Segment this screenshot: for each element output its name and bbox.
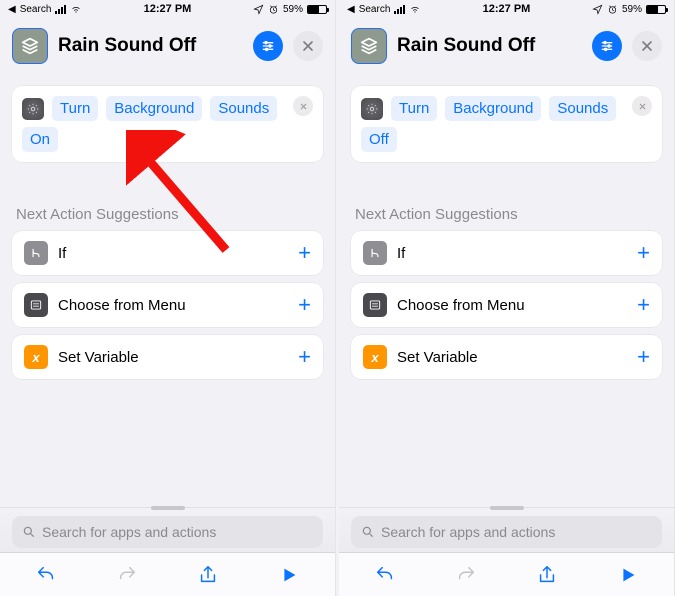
battery-percentage: 59% (283, 4, 303, 15)
suggestion-item[interactable]: Choose from Menu + (12, 283, 323, 327)
action-token[interactable]: Background (106, 96, 202, 121)
variable-icon: x (24, 345, 48, 369)
suggestions-header: Next Action Suggestions (339, 178, 674, 231)
suggestions-list: If + Choose from Menu + x Set Variable + (0, 231, 335, 387)
suggestion-item[interactable]: x Set Variable + (351, 335, 662, 379)
back-caret-icon[interactable]: ◀ (347, 4, 355, 15)
undo-button[interactable] (365, 564, 405, 586)
back-app-label[interactable]: Search (359, 4, 391, 15)
redo-button[interactable] (446, 564, 486, 586)
back-caret-icon[interactable]: ◀ (8, 4, 16, 15)
search-icon (22, 525, 36, 539)
add-icon[interactable]: + (637, 294, 650, 316)
suggestion-item[interactable]: If + (12, 231, 323, 275)
battery-icon (646, 5, 666, 14)
suggestion-label: Set Variable (58, 349, 298, 366)
suggestion-label: Choose from Menu (397, 297, 637, 314)
battery-percentage: 59% (622, 4, 642, 15)
menu-icon (363, 293, 387, 317)
wifi-icon (70, 5, 82, 14)
suggestion-label: If (397, 245, 637, 262)
add-icon[interactable]: + (637, 242, 650, 264)
suggestion-label: Choose from Menu (58, 297, 298, 314)
wifi-icon (409, 5, 421, 14)
play-button[interactable] (269, 564, 309, 586)
action-token[interactable]: Sounds (549, 96, 616, 121)
location-icon (253, 4, 264, 15)
add-icon[interactable]: + (298, 346, 311, 368)
action-card[interactable]: Turn Background Sounds Off (351, 86, 662, 162)
title-bar: Rain Sound Off (0, 18, 335, 76)
action-token[interactable]: Turn (391, 96, 437, 121)
drag-handle-icon[interactable] (151, 506, 185, 510)
cellular-icon (394, 5, 405, 14)
branch-icon (363, 241, 387, 265)
undo-button[interactable] (26, 564, 66, 586)
share-button[interactable] (188, 564, 228, 586)
menu-icon (24, 293, 48, 317)
share-button[interactable] (527, 564, 567, 586)
battery-icon (307, 5, 327, 14)
variable-icon: x (363, 345, 387, 369)
action-token[interactable]: On (22, 127, 58, 152)
drag-handle-icon[interactable] (490, 506, 524, 510)
status-bar: ◀ Search 12:27 PM 59% (339, 0, 674, 18)
search-panel: Search for apps and actions (0, 507, 335, 552)
search-icon (361, 525, 375, 539)
shortcut-icon[interactable] (351, 28, 387, 64)
add-icon[interactable]: + (298, 242, 311, 264)
action-token[interactable]: Background (445, 96, 541, 121)
suggestion-item[interactable]: x Set Variable + (12, 335, 323, 379)
gear-icon (22, 98, 44, 120)
branch-icon (24, 241, 48, 265)
suggestions-list: If + Choose from Menu + x Set Variable + (339, 231, 674, 387)
search-input[interactable]: Search for apps and actions (351, 516, 662, 548)
settings-button[interactable] (253, 31, 283, 61)
page-title: Rain Sound Off (397, 35, 582, 57)
redo-button[interactable] (107, 564, 147, 586)
page-title: Rain Sound Off (58, 35, 243, 57)
search-panel: Search for apps and actions (339, 507, 674, 552)
suggestion-item[interactable]: If + (351, 231, 662, 275)
close-button[interactable] (293, 31, 323, 61)
action-card[interactable]: Turn Background Sounds On (12, 86, 323, 162)
alarm-icon (607, 4, 618, 15)
add-icon[interactable]: + (637, 346, 650, 368)
status-bar: ◀ Search 12:27 PM 59% (0, 0, 335, 18)
location-icon (592, 4, 603, 15)
screenshot-left: ◀ Search 12:27 PM 59% Rain Sound Off (0, 0, 336, 596)
play-button[interactable] (608, 564, 648, 586)
shortcut-icon[interactable] (12, 28, 48, 64)
suggestion-label: If (58, 245, 298, 262)
suggestion-label: Set Variable (397, 349, 637, 366)
close-button[interactable] (632, 31, 662, 61)
cellular-icon (55, 5, 66, 14)
action-token[interactable]: Off (361, 127, 397, 152)
bottom-toolbar (339, 552, 674, 596)
action-token[interactable]: Turn (52, 96, 98, 121)
add-icon[interactable]: + (298, 294, 311, 316)
search-placeholder: Search for apps and actions (381, 524, 652, 540)
gear-icon (361, 98, 383, 120)
action-token[interactable]: Sounds (210, 96, 277, 121)
search-placeholder: Search for apps and actions (42, 524, 313, 540)
clock: 12:27 PM (483, 3, 531, 15)
alarm-icon (268, 4, 279, 15)
back-app-label[interactable]: Search (20, 4, 52, 15)
title-bar: Rain Sound Off (339, 18, 674, 76)
clear-action-button[interactable] (293, 96, 313, 116)
suggestion-item[interactable]: Choose from Menu + (351, 283, 662, 327)
clear-action-button[interactable] (632, 96, 652, 116)
search-input[interactable]: Search for apps and actions (12, 516, 323, 548)
screenshot-right: ◀ Search 12:27 PM 59% Rain Sound Off (339, 0, 675, 596)
settings-button[interactable] (592, 31, 622, 61)
suggestions-header: Next Action Suggestions (0, 178, 335, 231)
bottom-toolbar (0, 552, 335, 596)
clock: 12:27 PM (144, 3, 192, 15)
